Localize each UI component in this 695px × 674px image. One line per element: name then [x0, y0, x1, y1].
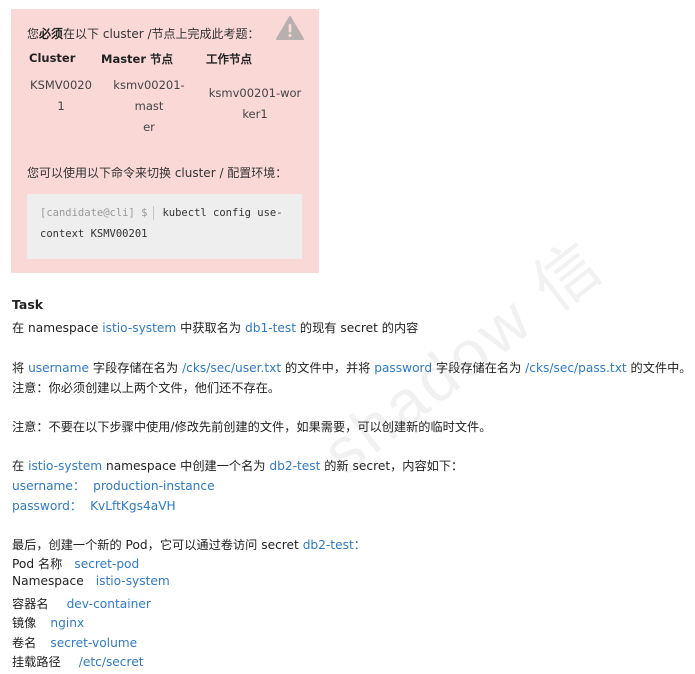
- task-line-4: 注意：不要在以下步骤中使用/修改先前创建的文件，如果需要，可以创建新的临时文件。: [12, 420, 492, 434]
- label: 镜像: [12, 616, 37, 630]
- text: 将: [12, 361, 29, 375]
- cell-cluster-line2: 1: [57, 99, 65, 113]
- field-ref: password: [374, 361, 433, 375]
- password-line: password： KvLftKgs4aVH: [12, 496, 176, 514]
- task-title: Task: [12, 297, 44, 312]
- value: dev-container: [66, 597, 151, 611]
- colon: ：: [69, 499, 83, 513]
- text: 中获取名为: [176, 321, 245, 335]
- image-line: 镜像 nginx: [12, 613, 84, 631]
- text: 在 namespace: [12, 321, 103, 335]
- watermark: shadow 信: [309, 225, 618, 489]
- value: istio-system: [95, 574, 170, 588]
- cluster-info-panel: 您必须在以下 cluster /节点上完成此考题： Cluster Master…: [11, 9, 319, 273]
- value: secret-volume: [50, 636, 138, 650]
- label: 容器名: [12, 597, 49, 611]
- task-line-5: 在 istio-system namespace 中创建一个名为 db2-tes…: [12, 456, 463, 474]
- cell-master: ksmv00201-mast er: [99, 75, 199, 138]
- key: username: [12, 479, 73, 493]
- namespace-ref: istio-system: [28, 459, 103, 473]
- colon: ：: [353, 538, 366, 552]
- task-line-8: 最后，创建一个新的 Pod，它可以通过卷访问 secret db2-test：: [12, 535, 366, 553]
- cell-worker-line2: ker1: [242, 107, 268, 121]
- switch-context-text: 您可以使用以下命令来切换 cluster / 配置环境：: [27, 166, 288, 180]
- key: password: [12, 499, 70, 513]
- cell-master-line2: er: [143, 120, 155, 134]
- text: 的新 secret，内容如下：: [320, 459, 464, 473]
- path-ref: /cks/sec/pass.txt: [525, 361, 627, 375]
- label: 卷名: [12, 636, 37, 650]
- secret-ref: db2-test: [302, 538, 354, 552]
- text: namespace 中创建一个名为: [102, 459, 270, 473]
- command-line-1: [candidate@cli] $ kubectl config use-: [40, 206, 283, 220]
- task-line-1: 在 namespace istio-system 中获取名为 db1-test …: [12, 318, 418, 336]
- container-name-line: 容器名 dev-container: [12, 594, 151, 612]
- value: /etc/secret: [78, 655, 144, 669]
- value: production-instance: [93, 479, 215, 493]
- intro-bold: 必须: [39, 27, 64, 41]
- secret-ref: db1-test: [245, 321, 297, 335]
- text: 的现有 secret 的内容: [296, 321, 419, 335]
- cell-worker: ksmv00201-wor ker1: [205, 83, 305, 125]
- text: 的文件中。: [626, 361, 692, 375]
- label: 挂载路径: [12, 655, 61, 669]
- command-line-2: context KSMV00201: [40, 228, 148, 240]
- text: 最后，创建一个新的 Pod，它可以通过卷访问 secret: [12, 538, 303, 552]
- label: Namespace: [12, 574, 84, 588]
- colon: ：: [72, 479, 86, 493]
- pod-name-line: Pod 名称 secret-pod: [12, 554, 139, 572]
- value: KvLftKgs4aVH: [90, 499, 176, 513]
- text: 字段存储在名为: [432, 361, 526, 375]
- header-cluster: Cluster: [29, 51, 76, 65]
- cell-cluster: KSMV0020 1: [25, 75, 97, 117]
- cell-cluster-line1: KSMV0020: [30, 78, 92, 92]
- secret-ref: db2-test: [269, 459, 321, 473]
- volume-name-line: 卷名 secret-volume: [12, 633, 137, 651]
- command-part-1: kubectl config use-: [162, 207, 283, 219]
- header-worker: 工作节点: [206, 52, 252, 66]
- header-master: Master 节点: [101, 52, 174, 66]
- value: nginx: [50, 616, 85, 630]
- cell-worker-line1: ksmv00201-wor: [208, 86, 302, 100]
- username-line: username： production-instance: [12, 476, 215, 494]
- intro-prefix: 您: [27, 27, 40, 41]
- intro-suffix: 在以下 cluster /节点上完成此考题：: [63, 27, 260, 41]
- namespace-ref: istio-system: [102, 321, 177, 335]
- namespace-line: Namespace istio-system: [12, 574, 170, 588]
- prompt-separator: [153, 206, 155, 220]
- text: 在: [12, 459, 29, 473]
- task-line-3: 注意：你必须创建以上两个文件，他们还不存在。: [12, 381, 281, 395]
- shell-prompt: [candidate@cli] $: [40, 207, 148, 219]
- label: Pod 名称: [12, 557, 63, 571]
- field-ref: username: [28, 361, 89, 375]
- text: 的文件中，并将: [281, 361, 375, 375]
- mount-path-line: 挂载路径/etc/secret: [12, 652, 144, 670]
- command-box[interactable]: [candidate@cli] $ kubectl config use- con…: [27, 194, 302, 259]
- value: secret-pod: [74, 557, 140, 571]
- text: 字段存储在名为: [89, 361, 183, 375]
- task-line-2: 将 username 字段存储在名为 /cks/sec/user.txt 的文件…: [12, 358, 692, 376]
- warning-triangle-icon: [276, 16, 304, 40]
- cell-master-line1: ksmv00201-mast: [113, 78, 185, 113]
- path-ref: /cks/sec/user.txt: [182, 361, 282, 375]
- panel-intro: 您必须在以下 cluster /节点上完成此考题：: [27, 25, 260, 42]
